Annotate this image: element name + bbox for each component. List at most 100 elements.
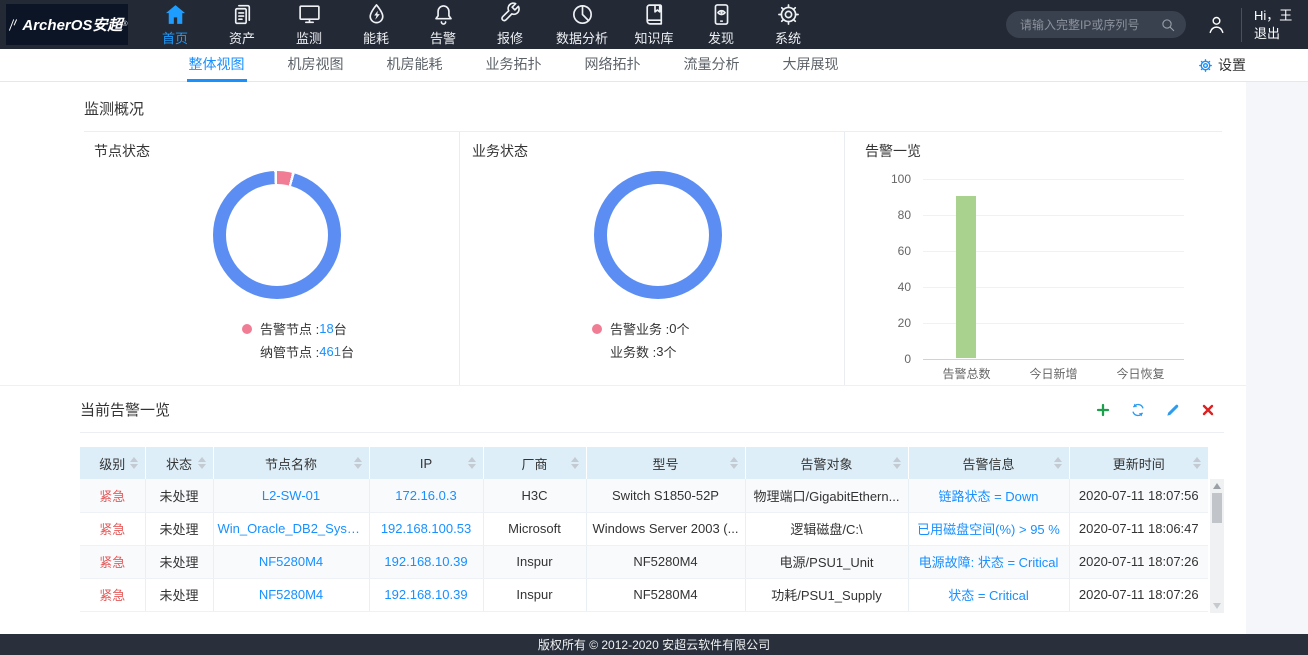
service-status-donut-chart	[594, 171, 722, 299]
edit-button[interactable]	[1165, 402, 1181, 418]
cell-告警信息[interactable]: 电源故障: 状态 = Critical	[908, 545, 1069, 578]
column-header-型号[interactable]: 型号	[586, 447, 745, 479]
nav-item-discovery[interactable]: 发现	[700, 2, 742, 47]
sort-arrows-icon[interactable]	[730, 457, 738, 469]
refresh-button[interactable]	[1130, 402, 1146, 418]
column-header-IP[interactable]: IP	[369, 447, 483, 479]
cell-节点名称[interactable]: NF5280M4	[213, 545, 369, 578]
nav-item-repair[interactable]: 报修	[489, 2, 531, 47]
sort-arrows-icon[interactable]	[571, 457, 579, 469]
table-row[interactable]: 紧急未处理Win_Oracle_DB2_Sysba...192.168.100.…	[80, 512, 1208, 545]
current-alarms-section: 当前告警一览 级别状态节点名称IP厂商型号告警对象告警信息更新时间 紧急未处理L…	[0, 385, 1246, 613]
scroll-up-arrow-icon[interactable]	[1213, 483, 1221, 489]
table-row[interactable]: 紧急未处理NF5280M4192.168.10.39InspurNF5280M4…	[80, 578, 1208, 611]
tab-网络拓扑[interactable]: 网络拓扑	[563, 49, 662, 81]
nav-item-energy[interactable]: 能耗	[355, 2, 397, 47]
nav-item-assets[interactable]: 资产	[221, 2, 263, 47]
sort-arrows-icon[interactable]	[130, 457, 138, 469]
top-navbar: ArcherOS安超 ® 首页 资产监测能耗告警报修数据分析知识库发现系统 Hi，…	[0, 0, 1308, 49]
cell-IP[interactable]: 172.16.0.3	[369, 479, 483, 512]
tab-业务拓扑[interactable]: 业务拓扑	[464, 49, 563, 81]
sort-arrows-icon[interactable]	[198, 457, 206, 469]
settings-button[interactable]: 设置	[1198, 49, 1246, 81]
legend-unit: 台	[334, 319, 347, 338]
cell-IP[interactable]: 192.168.10.39	[369, 578, 483, 611]
cell-节点名称[interactable]: L2-SW-01	[213, 479, 369, 512]
nav-item-label: 系统	[775, 28, 801, 47]
legend-dot-icon	[592, 324, 602, 334]
legend-unit: 个	[663, 342, 676, 361]
cell-IP[interactable]: 192.168.10.39	[369, 545, 483, 578]
cell-告警信息[interactable]: 状态 = Critical	[908, 578, 1069, 611]
tab-大屏展现[interactable]: 大屏展现	[761, 49, 860, 81]
nav-item-system[interactable]: 系统	[767, 2, 809, 47]
column-header-节点名称[interactable]: 节点名称	[213, 447, 369, 479]
tab-整体视图[interactable]: 整体视图	[167, 49, 266, 81]
sort-arrows-icon[interactable]	[1054, 457, 1062, 469]
column-header-厂商[interactable]: 厂商	[483, 447, 586, 479]
column-header-级别[interactable]: 级别	[80, 447, 145, 479]
cell-厂商: Inspur	[483, 545, 586, 578]
table-row[interactable]: 紧急未处理NF5280M4192.168.10.39InspurNF5280M4…	[80, 545, 1208, 578]
cell-厂商: Microsoft	[483, 512, 586, 545]
table-scrollbar[interactable]	[1210, 479, 1224, 613]
user-icon[interactable]	[1206, 14, 1227, 35]
sort-arrows-icon[interactable]	[354, 457, 362, 469]
delete-button[interactable]	[1200, 402, 1216, 418]
column-header-告警对象[interactable]: 告警对象	[745, 447, 908, 479]
cell-更新时间: 2020-07-11 18:07:26	[1069, 578, 1208, 611]
nav-item-knowledge-base[interactable]: 知识库	[633, 2, 675, 47]
assets-icon	[230, 2, 255, 27]
cell-告警对象: 逻辑磁盘/C:\	[745, 512, 908, 545]
logout-link[interactable]: 退出	[1254, 26, 1298, 42]
cell-更新时间: 2020-07-11 18:07:26	[1069, 545, 1208, 578]
nav-item-label: 首页	[162, 28, 188, 47]
node-status-legend: 告警节点 : 18台纳管节点 : 461台	[242, 317, 459, 363]
node-status-title: 节点状态	[94, 141, 459, 161]
cell-告警信息[interactable]: 链路状态 = Down	[908, 479, 1069, 512]
cell-节点名称[interactable]: NF5280M4	[213, 578, 369, 611]
cell-级别: 紧急	[80, 512, 145, 545]
legend-item: 纳管节点 : 461台	[242, 340, 459, 363]
tab-机房视图[interactable]: 机房视图	[266, 49, 365, 81]
logo[interactable]: ArcherOS安超 ®	[6, 4, 128, 45]
tab-机房能耗[interactable]: 机房能耗	[365, 49, 464, 81]
content: 监测概况 节点状态 告警节点 : 18台纳管节点 : 461台 业务状态 告警业…	[0, 82, 1246, 634]
legend-label: 业务数 :	[610, 342, 656, 361]
column-header-状态[interactable]: 状态	[145, 447, 213, 479]
column-label: 告警对象	[800, 457, 852, 472]
column-label: 厂商	[521, 457, 547, 472]
search-icon[interactable]	[1160, 17, 1176, 33]
add-alarm-button[interactable]	[1095, 402, 1111, 418]
nav-item-data-analysis[interactable]: 数据分析	[556, 2, 608, 47]
table-row[interactable]: 紧急未处理L2-SW-01172.16.0.3H3CSwitch S1850-5…	[80, 479, 1208, 512]
cell-节点名称[interactable]: Win_Oracle_DB2_Sysba...	[213, 512, 369, 545]
cell-级别: 紧急	[80, 545, 145, 578]
node-status-panel: 节点状态 告警节点 : 18台纳管节点 : 461台	[84, 132, 460, 385]
scroll-thumb[interactable]	[1212, 493, 1222, 523]
column-header-告警信息[interactable]: 告警信息	[908, 447, 1069, 479]
tab-流量分析[interactable]: 流量分析	[662, 49, 761, 81]
search-input[interactable]	[1020, 18, 1160, 32]
cell-IP[interactable]: 192.168.100.53	[369, 512, 483, 545]
x-axis-labels: 告警总数今日新增今日恢复	[923, 365, 1184, 382]
y-tick-label: 80	[865, 208, 911, 222]
cell-告警信息[interactable]: 已用磁盘空间(%) > 95 %	[908, 512, 1069, 545]
scroll-down-arrow-icon[interactable]	[1213, 603, 1221, 609]
column-header-更新时间[interactable]: 更新时间	[1069, 447, 1208, 479]
search-box	[1006, 11, 1186, 38]
user-block: Hi，王 退出	[1254, 8, 1298, 42]
sort-arrows-icon[interactable]	[468, 457, 476, 469]
nav-item-home[interactable]: 首页	[154, 2, 196, 47]
nav-item-monitoring[interactable]: 监测	[288, 2, 330, 47]
alarm-overview-panel: 告警一览 020406080100告警总数今日新增今日恢复	[845, 132, 1222, 385]
tab-label: 业务拓扑	[484, 48, 544, 82]
sort-arrows-icon[interactable]	[893, 457, 901, 469]
monitoring-overview-section: 监测概况 节点状态 告警节点 : 18台纳管节点 : 461台 业务状态 告警业…	[0, 82, 1246, 385]
alarm-table: 级别状态节点名称IP 厂商 型号 告警对象 告警信息更新时间 紧急未处理L2-SW-01…	[80, 447, 1208, 612]
cell-告警对象: 功耗/PSU1_Supply	[745, 578, 908, 611]
nav-item-alerts[interactable]: 告警	[422, 2, 464, 47]
data-analysis-icon	[570, 2, 595, 27]
cell-告警对象: 物理端口/GigabitEthern...	[745, 479, 908, 512]
sort-arrows-icon[interactable]	[1193, 457, 1201, 469]
